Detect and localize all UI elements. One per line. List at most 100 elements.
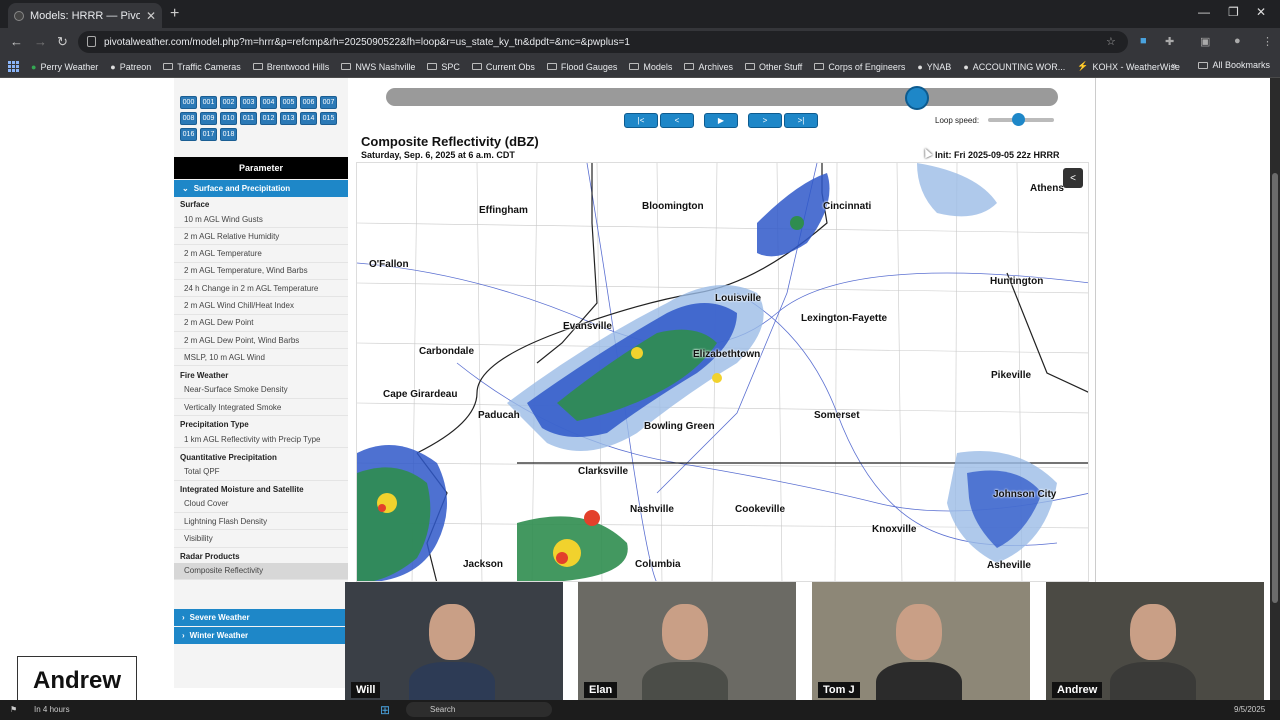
bookmark-corps-of-engineers[interactable]: Corps of Engineers [808,61,911,72]
forecast-hour-button[interactable]: 017 [200,128,217,141]
bookmark-current-obs[interactable]: Current Obs [466,61,541,72]
bookmark-star-icon[interactable]: ☆ [1106,35,1116,48]
address-url: pivotalweather.com/model.php?m=hrrr&p=re… [104,36,630,48]
forecast-hour-button[interactable]: 011 [240,112,257,125]
parameter-item[interactable]: Total QPF [174,464,348,481]
bookmark-traffic-cameras[interactable]: Traffic Cameras [157,61,247,72]
close-window-button[interactable]: ✕ [1256,5,1266,19]
taskbar-search-box[interactable]: Search [406,702,552,717]
parameter-item[interactable]: 2 m AGL Dew Point [174,315,348,332]
participant-video [409,604,495,704]
bookmark-perry-weather[interactable]: ● Perry Weather [25,61,104,72]
sidepanel-icon[interactable]: ▣ [1200,35,1210,48]
share-icon[interactable]: < [1063,168,1083,188]
tab-close-icon[interactable]: ✕ [146,9,156,23]
timeline-slider-handle[interactable] [904,86,929,110]
parameter-item[interactable]: 24 h Change in 2 m AGL Temperature [174,280,348,298]
all-bookmarks-button[interactable]: All Bookmarks [1212,60,1270,70]
parameter-item[interactable]: 1 km AGL Reflectivity with Precip Type [174,431,348,449]
reflectivity-map[interactable]: Effingham Bloomington Cincinnati Athens O'Fa… [356,162,1089,582]
parameter-item[interactable]: Composite Reflectivity [174,562,348,580]
bookmark-archives[interactable]: Archives [678,61,739,72]
category-severe-weather[interactable]: › Severe Weather [174,609,348,626]
forecast-hour-button[interactable]: 015 [320,112,337,125]
forecast-hour-button[interactable]: 002 [220,96,237,109]
first-frame-button[interactable]: |< [624,113,658,128]
play-button[interactable]: ▶ [704,113,738,128]
bookmark-nws-nashville[interactable]: NWS Nashville [335,61,421,72]
menu-kebab-icon[interactable]: ⋮ [1262,35,1273,48]
parameter-item[interactable]: MSLP, 10 m AGL Wind [174,349,348,367]
bookmark-kohx-weatherwise[interactable]: ⚡ KOHX - WeatherWise [1071,61,1186,72]
parameter-item[interactable]: Visibility [174,531,348,548]
forecast-hour-button[interactable]: 004 [260,96,277,109]
bookmark-other-stuff[interactable]: Other Stuff [739,61,808,72]
category-surface-precipitation[interactable]: ⌄ Surface and Precipitation [174,180,348,197]
parameter-item[interactable]: 2 m AGL Temperature [174,246,348,263]
address-bar[interactable]: pivotalweather.com/model.php?m=hrrr&p=re… [78,31,1128,53]
forecast-hour-button[interactable]: 018 [220,128,237,141]
bookmark-patreon[interactable]: ● Patreon [104,61,157,72]
parameter-item[interactable]: Lightning Flash Density [174,513,348,531]
new-tab-button[interactable]: + [170,5,179,23]
timeline-slider[interactable] [386,88,1058,106]
reload-icon[interactable]: ↻ [57,34,68,50]
forecast-hour-button[interactable]: 007 [320,96,337,109]
folder-icon [341,63,352,70]
parameter-item[interactable]: Near-Surface Smoke Density [174,382,348,399]
restore-button[interactable]: ❐ [1228,5,1239,19]
parameter-item[interactable]: 10 m AGL Wind Gusts [174,211,348,228]
previous-frame-button[interactable]: < [660,113,694,128]
parameter-item[interactable]: 2 m AGL Temperature, Wind Barbs [174,263,348,280]
city-label: Pikeville [991,370,1032,381]
video-tile[interactable]: Will [345,582,563,704]
extension-icon[interactable]: ■ [1140,35,1147,47]
notification-icon[interactable]: ⚑ [10,705,17,714]
bookmark-spc[interactable]: SPC [421,61,466,72]
loop-speed-handle[interactable] [1011,113,1025,126]
bookmark-models[interactable]: Models [623,61,678,72]
city-label: Cookeville [735,504,786,515]
category-winter-weather[interactable]: › Winter Weather [174,627,348,644]
profile-avatar[interactable]: ● [1234,35,1241,47]
chevron-right-icon: › [182,613,185,622]
more-bookmarks-button[interactable]: » [1171,60,1176,70]
windows-start-icon[interactable]: ⊞ [380,703,390,717]
parameter-item[interactable]: 2 m AGL Dew Point, Wind Barbs [174,332,348,350]
parameter-item[interactable]: Cloud Cover [174,496,348,513]
parameter-item[interactable]: Vertically Integrated Smoke [174,399,348,416]
forward-icon[interactable]: → [34,34,47,49]
last-frame-button[interactable]: >| [784,113,818,128]
forecast-hour-button[interactable]: 003 [240,96,257,109]
video-tile[interactable]: Andrew [1046,582,1264,704]
forecast-hour-button[interactable]: 005 [280,96,297,109]
bookmark-ynab[interactable]: ● YNAB [911,61,957,72]
forecast-hour-button[interactable]: 016 [180,128,197,141]
forecast-hour-button[interactable]: 000 [180,96,197,109]
forecast-hour-button[interactable]: 001 [200,96,217,109]
forecast-hour-button[interactable]: 010 [220,112,237,125]
bookmark-brentwood-hills[interactable]: Brentwood Hills [247,61,336,72]
forecast-hour-button[interactable]: 013 [280,112,297,125]
back-icon[interactable]: ← [10,34,23,49]
forecast-hour-button[interactable]: 006 [300,96,317,109]
site-favicon-icon [14,10,24,21]
minimize-button[interactable]: — [1198,5,1210,19]
video-tile[interactable]: Tom J [812,582,1030,704]
browser-tab[interactable]: Models: HRRR — Pivotal Weath ✕ [8,3,162,28]
bookmark-flood-gauges[interactable]: Flood Gauges [541,61,624,72]
forecast-hour-button[interactable]: 009 [200,112,217,125]
forecast-hour-button[interactable]: 008 [180,112,197,125]
parameter-item[interactable]: 2 m AGL Wind Chill/Heat Index [174,298,348,315]
bookmark-accounting-wor[interactable]: ● ACCOUNTING WOR... [957,61,1071,72]
video-tile[interactable]: Elan [578,582,796,704]
forecast-hour-button[interactable]: 012 [260,112,277,125]
next-frame-button[interactable]: > [748,113,782,128]
site-info-icon[interactable] [87,36,96,47]
parameter-group-title: Precipitation Type [180,420,249,430]
page-scrollbar[interactable] [1270,78,1280,700]
forecast-hour-button[interactable]: 014 [300,112,317,125]
apps-grid-icon[interactable] [8,61,19,72]
parameter-item[interactable]: 2 m AGL Relative Humidity [174,228,348,246]
extensions-puzzle-icon[interactable]: ✚ [1165,35,1174,48]
